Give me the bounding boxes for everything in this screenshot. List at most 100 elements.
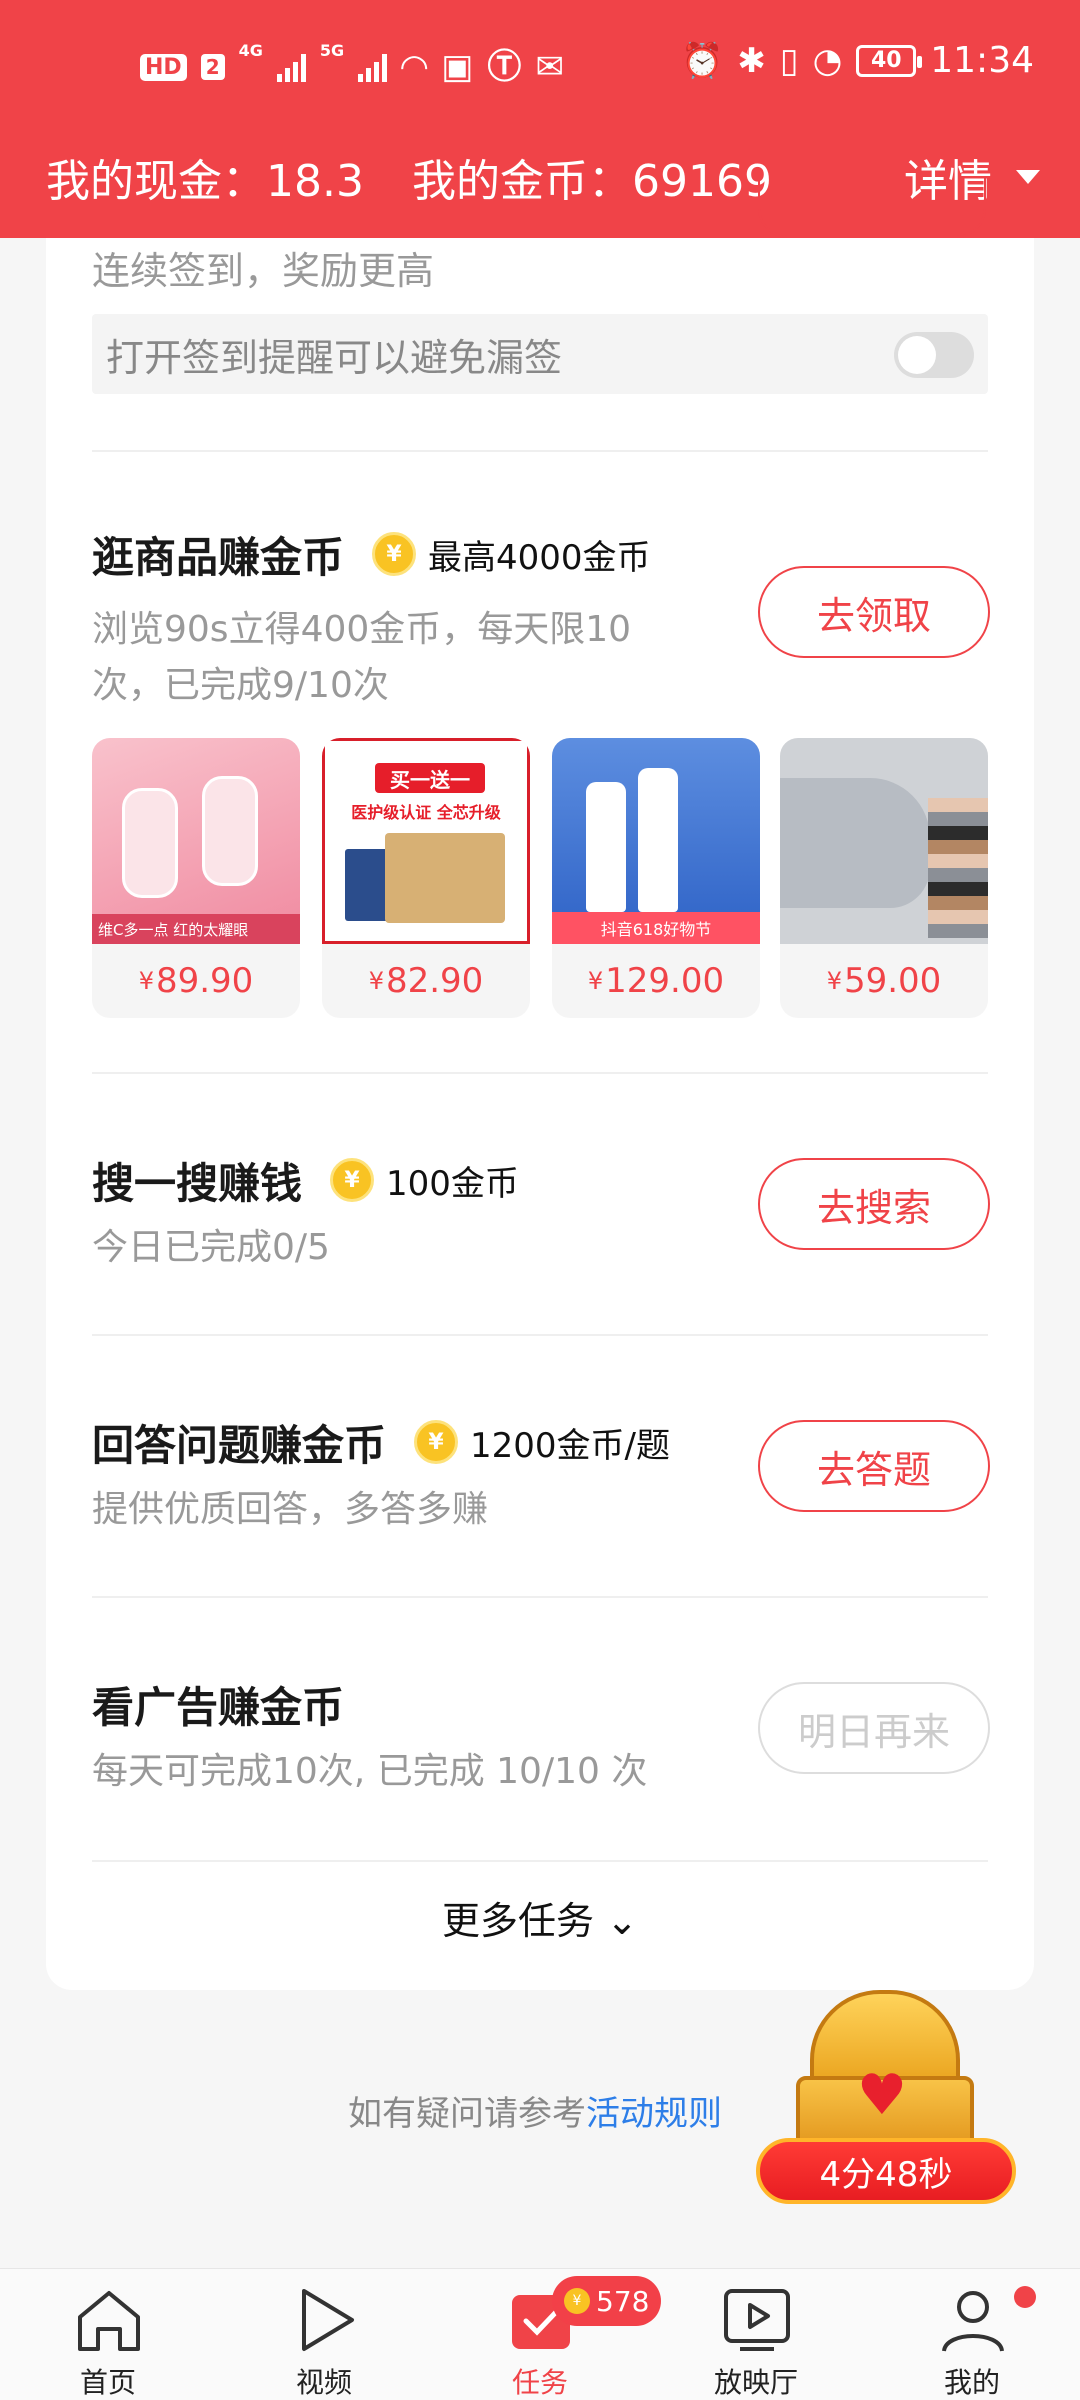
task-browse-desc: 浏览90s立得400金币，每天限10 次，已完成9/10次 [92,602,631,714]
task-browse-desc-line2: 次，已完成9/10次 [92,665,389,706]
product-card[interactable]: 抖音618好物节 ¥129.00 [552,738,760,1018]
product-image: 维C多一点 红的太耀眼 [92,738,300,944]
product-card[interactable]: ¥59.00 [780,738,988,1018]
bottle-shape [202,776,258,886]
nav-label-screening: 放映厅 [713,2366,798,2399]
more-tasks-link[interactable]: 更多任务 ⌄ [46,1890,1034,1945]
nav-label-video: 视频 [295,2366,352,2399]
faq-text: 如有疑问请参考 [348,2094,586,2134]
battery-icon: 40 [856,44,923,77]
task-search-title: 搜一搜赚钱 [92,1158,303,1208]
currency-symbol: ¥ [138,967,154,995]
nav-item-screening[interactable]: 放映厅 [676,2269,836,2400]
product-price: ¥82.90 [322,944,530,1018]
task-answer-reward: 1200金币/题 [470,1425,670,1466]
divider [92,1596,988,1598]
status-left: HD 2 4G 5G ◠ ▣ Ⓣ ✉ [140,41,564,90]
coin-icon: ¥ [564,2288,590,2314]
faq-line: 如有疑问请参考活动规则 [348,2086,722,2135]
product-price: ¥129.00 [552,944,760,1018]
sign-in-subtitle: 连续签到，奖励更高 [92,249,435,293]
product-price-value: 82.90 [385,961,484,1001]
task-coin-badge: ¥ 578 [552,2276,662,2326]
task-card: 连续签到，奖励更高 打开签到提醒可以避免漏签 逛商品赚金币 ¥ 最高4000金币… [46,178,1034,1990]
spray-can-shape [586,782,626,912]
profile-icon [942,2291,1004,2352]
nav-label-profile: 我的 [943,2366,1000,2399]
task-search-button[interactable]: 去搜索 [758,1158,990,1250]
product-card[interactable]: 买一送一 医护级认证 全芯升级 ¥82.90 [322,738,530,1018]
currency-symbol: ¥ [368,967,384,995]
home-icon [78,2291,140,2351]
sim-icon: 2 [200,54,225,80]
clock: 11:34 [930,40,1034,81]
task-browse-button[interactable]: 去领取 [758,566,990,658]
task-browse-title-row: 逛商品赚金币 ¥ 最高4000金币 [92,520,651,588]
signal-icon-2 [358,52,388,82]
sign-reminder-row: 打开签到提醒可以避免漏签 [92,314,988,394]
divider [92,1860,988,1862]
shirt-stack-shape [928,798,988,938]
nav-label-task: 任务 [511,2366,568,2399]
shirt-shape [780,778,930,908]
divider [92,1072,988,1074]
task-search-reward: 100金币 [386,1163,519,1204]
currency-symbol: ¥ [587,967,604,995]
product-strip: 维C多一点 红的太耀眼 ¥89.90 买一送一 医护级认证 全芯升级 ¥82.9… [92,738,988,1018]
bottom-nav: 首页 视频 任务 放映厅 我的 [0,2268,1080,2400]
nav-label-home: 首页 [79,2366,136,2399]
product-price-value: 89.90 [155,961,254,1001]
task-answer-desc: 提供优质回答，多答多赚 [92,1489,489,1530]
task-answer-title-row: 回答问题赚金币 ¥ 1200金币/题 [92,1408,670,1476]
product-price-value: 59.00 [843,961,942,1001]
network-label-4g: 4G [238,41,263,60]
task-badge-count: 578 [596,2284,650,2318]
notification-dot [1014,2286,1036,2308]
t-icon: Ⓣ [487,47,522,87]
task-answer-button[interactable]: 去答题 [758,1420,990,1512]
rules-link[interactable]: 活动规则 [586,2094,722,2134]
product-card[interactable]: 维C多一点 红的太耀眼 ¥89.90 [92,738,300,1018]
sign-in-button-partial[interactable] [758,178,986,238]
coin-icon: ¥ [414,1420,459,1464]
product-price: ¥59.00 [780,944,988,1018]
task-browse-title: 逛商品赚金币 [92,532,345,582]
heart-icon: ♥ [856,2063,908,2128]
task-search-desc: 今日已完成0/5 [92,1227,330,1268]
product-subtitle: 医护级认证 全芯升级 [351,803,501,822]
product-price-value: 129.00 [605,961,725,1001]
coin-icon: ¥ [330,1158,375,1202]
sign-reminder-toggle[interactable] [894,332,974,378]
product-image [780,738,988,944]
divider [92,450,988,452]
coin-icon: ¥ [372,532,417,576]
task-search-title-row: 搜一搜赚钱 ¥ 100金币 [92,1146,519,1214]
product-price: ¥89.90 [92,944,300,1018]
screen-icon [724,2289,790,2351]
task-ad-button[interactable]: 明日再来 [758,1682,990,1774]
hd-icon: HD [140,53,187,81]
cash-balance: 我的现金：18.3 [46,156,364,207]
bluetooth-icon: ✱ [737,40,766,81]
wechat-icon: ✉ [535,47,564,87]
bottle-shape [122,788,178,898]
task-answer-title: 回答问题赚金币 [92,1420,387,1470]
nav-item-home[interactable]: 首页 [28,2269,188,2400]
product-box-shape [385,833,505,923]
product-image: 抖音618好物节 [552,738,760,944]
product-banner: 维C多一点 红的太耀眼 [92,914,300,944]
task-browse-reward: 最高4000金币 [428,537,651,578]
task-ad-title: 看广告赚金币 [92,1682,345,1732]
status-bar: HD 2 4G 5G ◠ ▣ Ⓣ ✉ ⏰ ✱ ▯ ◔ 40 11:34 [0,0,1080,130]
task-ad-desc: 每天可完成10次, 已完成 10/10 次 [92,1751,648,1792]
app-notify-icon: ▣ [441,47,474,87]
divider [92,1334,988,1336]
alarm-icon: ⏰ [681,40,724,81]
task-ad-title-row: 看广告赚金币 [92,1670,344,1738]
coin-balance: 我的金币：69169 [411,156,772,207]
task-browse-desc-line1: 浏览90s立得400金币，每天限10 [92,609,632,650]
triangle-down-icon [1016,170,1040,184]
nav-item-video[interactable]: 视频 [244,2269,404,2400]
network-label-5g: 5G [319,41,345,60]
treasure-chest-widget[interactable]: ♥ 4分48秒 [756,1990,1016,2212]
